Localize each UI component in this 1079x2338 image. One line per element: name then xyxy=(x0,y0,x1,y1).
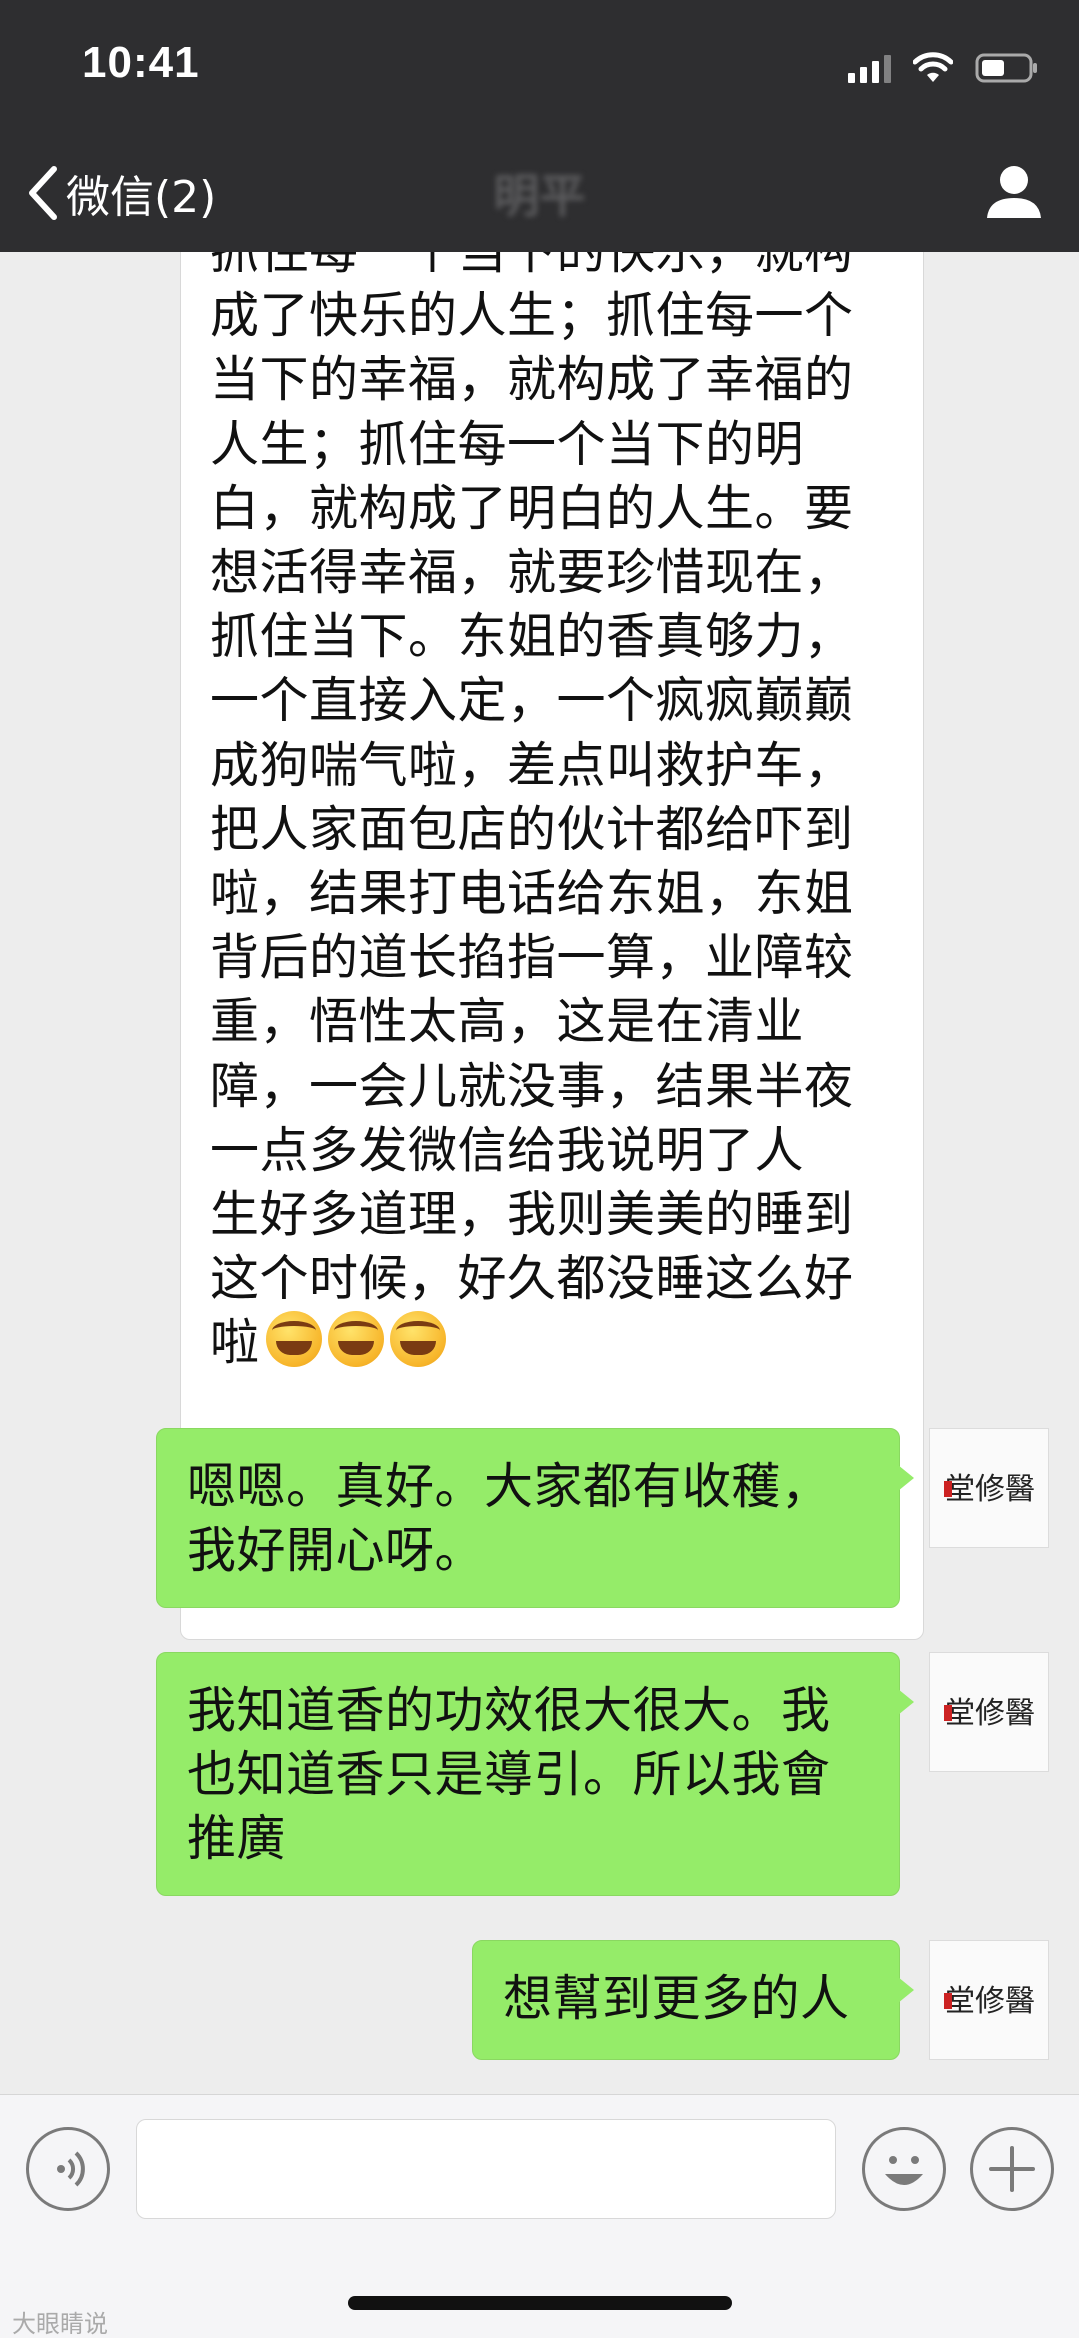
home-indicator[interactable] xyxy=(348,2296,732,2310)
voice-button[interactable] xyxy=(26,2127,110,2211)
avatar-calligraphy: 堂修醫 xyxy=(945,1472,1035,1507)
crying-laughing-emoji xyxy=(327,1311,384,1368)
contact-info-button[interactable] xyxy=(979,160,1049,230)
outgoing-message-bubble[interactable]: 我知道香的功效很大很大。我 也知道香只是導引。所以我會 推廣 xyxy=(156,1652,914,1896)
chat-screen: 10:41 微信(2) 明平 成了快乐的人生；抓住每一个 当下的幸福，就构成了幸… xyxy=(0,0,1079,2338)
outgoing-message-bubble[interactable]: 嗯嗯。真好。大家都有收穫， 我好開心呀。 xyxy=(156,1428,914,1608)
header: 10:41 微信(2) 明平 xyxy=(0,0,1079,252)
signal-icon xyxy=(848,53,891,83)
wifi-icon xyxy=(913,52,953,84)
crying-laughing-emoji xyxy=(265,1311,322,1368)
person-icon xyxy=(987,166,1041,218)
status-icons xyxy=(848,48,1039,88)
crying-laughing-emoji xyxy=(389,1311,446,1368)
plus-icon xyxy=(989,2146,1035,2192)
seal-mark xyxy=(944,1705,952,1721)
chat-list[interactable]: 抓住每一个当下的快乐，就构 成了快乐的人生；抓住每一个 当下的幸福，就构成了幸福… xyxy=(0,252,1079,2094)
status-time: 10:41 xyxy=(82,38,200,87)
battery-icon xyxy=(975,52,1039,84)
emoji-button[interactable] xyxy=(862,2127,946,2211)
message-input[interactable] xyxy=(136,2119,836,2219)
avatar[interactable]: 堂修醫 xyxy=(929,1940,1049,2060)
avatar[interactable]: 堂修醫 xyxy=(929,1652,1049,1772)
watermark: 大眼睛说 xyxy=(12,2310,108,2338)
emoji-icon xyxy=(885,2156,923,2185)
chat-title: 明平 xyxy=(493,169,586,223)
voice-icon xyxy=(57,2151,85,2187)
avatar[interactable]: 堂修醫 xyxy=(929,1428,1049,1548)
avatar-calligraphy: 堂修醫 xyxy=(945,1696,1035,1731)
outgoing-message-bubble[interactable]: 想幫到更多的人 xyxy=(472,1940,914,2060)
avatar-calligraphy: 堂修醫 xyxy=(945,1984,1035,2019)
seal-mark xyxy=(944,1481,952,1497)
add-button[interactable] xyxy=(970,2127,1054,2211)
seal-mark xyxy=(944,1993,952,2009)
incoming-message-text: 抓住每一个当下的快乐，就构 成了快乐的人生；抓住每一个 当下的幸福，就构成了幸福… xyxy=(210,252,854,1372)
